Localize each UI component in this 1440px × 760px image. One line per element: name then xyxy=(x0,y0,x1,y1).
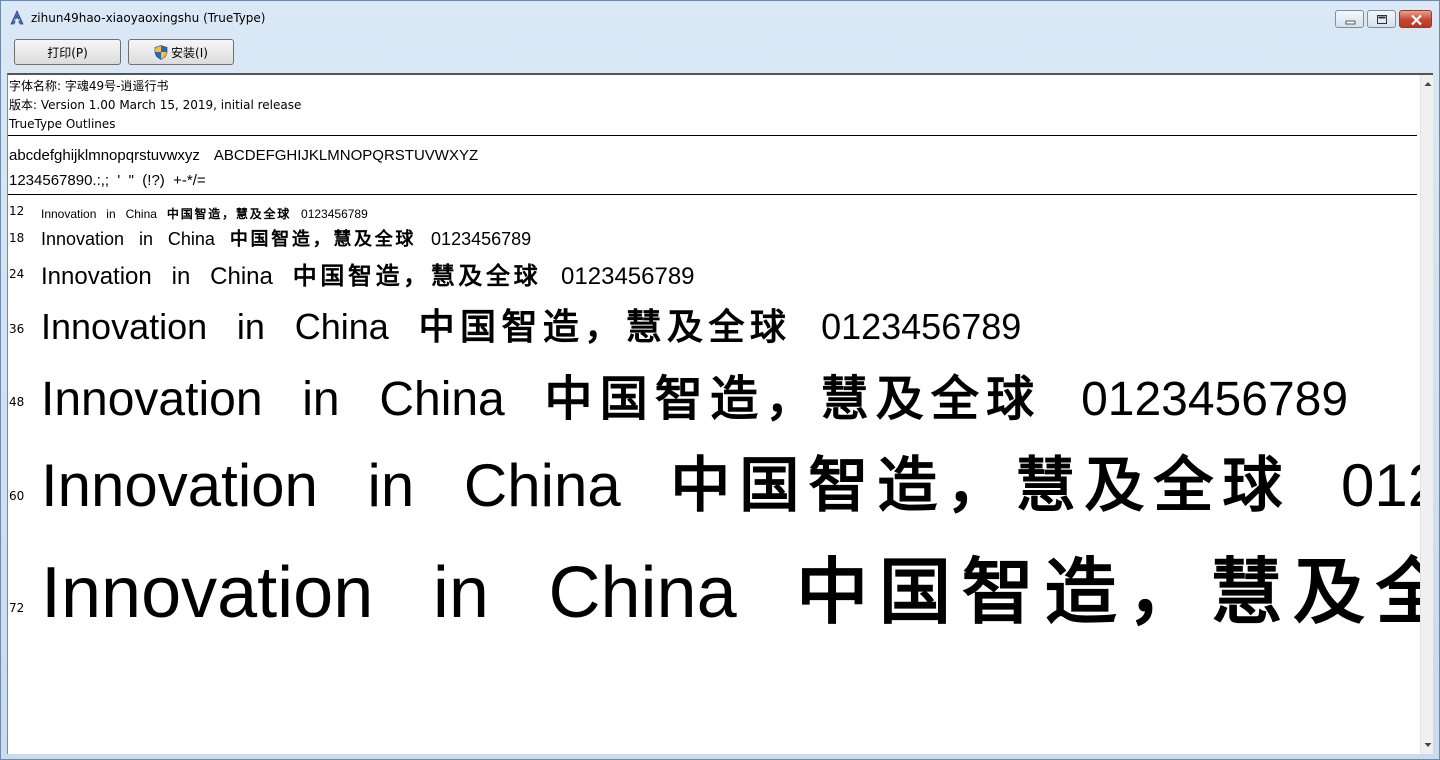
sample-text: Innovation in China 中国智造，慧及全球 0123456789 xyxy=(41,261,695,290)
font-outlines: TrueType Outlines xyxy=(9,117,116,131)
install-button-label: 安装(I) xyxy=(171,45,208,60)
size-label: 12 xyxy=(9,204,25,218)
size-label: 36 xyxy=(9,322,25,336)
minimize-button[interactable] xyxy=(1335,10,1364,28)
sample-text: Innovation in China 中国智造，慧及全球 0123456789 xyxy=(41,451,1433,521)
divider xyxy=(8,194,1417,195)
font-viewer-window: zihun49hao-xiaoyaoxingshu (TrueType) 打印(… xyxy=(0,0,1440,760)
charset-letters: abcdefghijklmnopqrstuvwxyz ABCDEFGHIJKLMN… xyxy=(9,147,478,164)
uac-shield-icon xyxy=(154,44,168,60)
title-bar[interactable]: zihun49hao-xiaoyaoxingshu (TrueType) xyxy=(1,1,1439,35)
size-label: 24 xyxy=(9,267,25,281)
size-label: 48 xyxy=(9,395,25,409)
sample-text: Innovation in China 中国智造，慧及全球 0123456789 xyxy=(41,229,532,250)
close-icon xyxy=(1411,14,1422,26)
charset-uppercase: ABCDEFGHIJKLMNOPQRSTUVWXYZ xyxy=(213,147,479,164)
charset-lowercase: abcdefghijklmnopqrstuvwxyz xyxy=(9,147,200,164)
divider xyxy=(8,135,1417,136)
print-button[interactable]: 打印(P) xyxy=(14,39,121,65)
size-label: 72 xyxy=(9,601,25,615)
close-button[interactable] xyxy=(1399,10,1432,28)
toolbar: 打印(P) 安装(I) xyxy=(7,35,1433,71)
font-name: 字体名称: 字魂49号-逍遥行书 xyxy=(9,79,169,93)
size-label: 18 xyxy=(9,231,25,245)
sample-text: Innovation in China 中国智造，慧及全球 0123456789 xyxy=(41,549,1433,634)
maximize-icon xyxy=(1377,15,1387,24)
font-info: 字体名称: 字魂49号-逍遥行书 版本: Version 1.00 March … xyxy=(9,77,301,134)
font-viewer-icon xyxy=(10,10,24,25)
font-version: 版本: Version 1.00 March 15, 2019, initial… xyxy=(9,98,302,112)
minimize-icon xyxy=(1345,20,1356,25)
vertical-scrollbar[interactable] xyxy=(1420,75,1433,754)
sample-text: Innovation in China 中国智造，慧及全球 0123456789 xyxy=(41,306,1022,348)
scroll-down-arrow-icon[interactable] xyxy=(1421,738,1433,752)
install-button[interactable]: 安装(I) xyxy=(128,39,234,65)
charset-digits: 1234567890.:,; ' " (!?) +-*/= xyxy=(9,172,206,189)
sample-text: Innovation in China 中国智造，慧及全球 0123456789 xyxy=(41,207,368,221)
font-preview-pane[interactable]: 字体名称: 字魂49号-逍遥行书 版本: Version 1.00 March … xyxy=(7,73,1433,754)
window-title: zihun49hao-xiaoyaoxingshu (TrueType) xyxy=(31,11,266,25)
size-label: 60 xyxy=(9,489,25,503)
sample-text: Innovation in China 中国智造，慧及全球 0123456789 xyxy=(41,371,1349,427)
scroll-up-arrow-icon[interactable] xyxy=(1421,77,1433,91)
maximize-button[interactable] xyxy=(1367,10,1396,28)
